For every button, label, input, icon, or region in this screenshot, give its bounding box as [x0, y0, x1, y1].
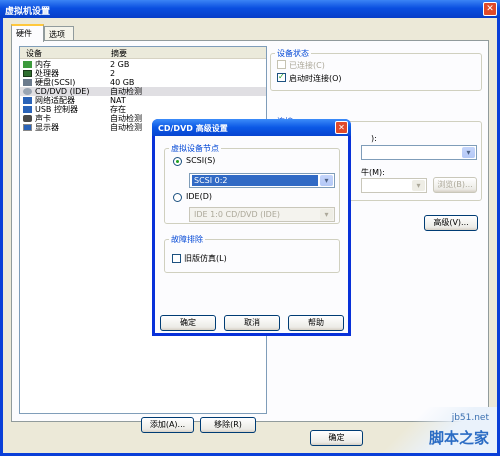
device-row-usb[interactable]: USB 控制器 存在 — [20, 105, 266, 114]
tab-hardware[interactable]: 硬件 — [11, 24, 44, 42]
add-device-button[interactable]: 添加(A)... — [141, 417, 194, 433]
troubleshooting-label: 故障排除 — [169, 234, 205, 245]
scsi-node-value: SCSI 0:2 — [192, 175, 318, 186]
window-titlebar[interactable]: 虚拟机设置 ✕ — [0, 0, 500, 18]
column-header-device: 设备 — [26, 49, 42, 58]
device-status-label: 设备状态 — [275, 48, 311, 59]
device-status-group: 设备状态 已连接(C) ✓ 启动时连接(O) — [270, 48, 482, 91]
scsi-label: SCSI(S) — [186, 156, 216, 165]
dialog-cancel-button[interactable]: 取消 — [224, 315, 280, 331]
column-header-summary: 摘要 — [111, 49, 127, 58]
speaker-icon — [23, 115, 32, 122]
dialog-help-button[interactable]: 帮助 — [288, 315, 344, 331]
ok-button[interactable]: 确定 — [310, 430, 363, 446]
checkmark-icon: ✓ — [278, 72, 285, 81]
device-row-hard-disk[interactable]: 硬盘(SCSI) 40 GB — [20, 78, 266, 87]
connect-at-power-on-checkbox[interactable]: ✓ — [277, 72, 286, 82]
dialog-client: 虚拟设备节点 SCSI(S) SCSI 0:2 ▾ IDE(D) IDE 1:0… — [155, 136, 348, 333]
window-title: 虚拟机设置 — [5, 7, 51, 17]
browse-button[interactable]: 浏览(B)... — [433, 177, 477, 193]
chevron-down-icon: ▾ — [320, 175, 333, 186]
legacy-emulation-checkbox[interactable] — [172, 254, 181, 263]
connection-partial-label: ): — [371, 134, 377, 143]
connection-partial-label-2: 牛(M): — [361, 168, 385, 177]
chevron-down-icon: ▾ — [320, 209, 333, 220]
close-icon[interactable]: ✕ — [483, 2, 497, 16]
troubleshooting-group: 故障排除 旧版仿真(L) — [164, 234, 340, 273]
virtual-device-node-group: 虚拟设备节点 SCSI(S) SCSI 0:2 ▾ IDE(D) IDE 1:0… — [164, 143, 340, 224]
hard-disk-icon — [23, 79, 32, 86]
remove-device-button[interactable]: 移除(R) — [200, 417, 256, 433]
dialog-ok-button[interactable]: 确定 — [160, 315, 216, 331]
advanced-button[interactable]: 高级(V)... — [424, 215, 478, 231]
device-list-header: 设备 摘要 — [20, 47, 266, 59]
chevron-down-icon: ▾ — [462, 147, 475, 158]
connected-checkbox[interactable] — [277, 60, 286, 69]
ide-label: IDE(D) — [186, 192, 212, 201]
ide-node-value: IDE 1:0 CD/DVD (IDE) — [194, 210, 280, 219]
usb-icon — [23, 106, 32, 113]
dialog-title: CD/DVD 高级设置 — [158, 124, 228, 133]
watermark-site: jb51.net — [451, 413, 489, 423]
cd-dvd-advanced-dialog: CD/DVD 高级设置 ✕ 虚拟设备节点 SCSI(S) SCSI 0:2 ▾ … — [152, 119, 351, 336]
monitor-icon — [23, 124, 32, 131]
close-icon[interactable]: ✕ — [335, 121, 348, 134]
network-adapter-icon — [23, 97, 32, 104]
device-row-processor[interactable]: 处理器 2 — [20, 69, 266, 78]
ide-node-select[interactable]: IDE 1:0 CD/DVD (IDE) ▾ — [189, 207, 335, 222]
device-row-memory[interactable]: 内存 2 GB — [20, 60, 266, 69]
vm-settings-window: 虚拟机设置 ✕ 硬件 选项 设备 摘要 内存 2 GB 处理器 2 硬盘(SCS… — [0, 0, 500, 456]
chevron-down-icon: ▾ — [412, 180, 425, 191]
connect-at-power-on-label: 启动时连接(O) — [289, 74, 342, 83]
connected-label: 已连接(C) — [289, 61, 325, 70]
cd-drive-select[interactable]: ▾ — [361, 145, 477, 160]
scsi-node-select[interactable]: SCSI 0:2 ▾ — [189, 173, 335, 188]
ide-radio[interactable] — [173, 193, 182, 202]
tab-options[interactable]: 选项 — [44, 26, 74, 41]
scsi-radio[interactable] — [173, 157, 182, 166]
watermark-text: 脚本之家 — [428, 429, 489, 447]
legacy-emulation-label: 旧版仿真(L) — [184, 254, 227, 263]
memory-icon — [23, 61, 32, 68]
cd-dvd-icon — [23, 88, 32, 95]
virtual-device-node-label: 虚拟设备节点 — [169, 143, 221, 154]
device-row-network-adapter[interactable]: 网络适配器 NAT — [20, 96, 266, 105]
iso-path-select[interactable]: ▾ — [361, 178, 427, 193]
processor-icon — [23, 70, 32, 77]
dialog-titlebar[interactable]: CD/DVD 高级设置 ✕ — [152, 119, 351, 136]
device-row-cd-dvd[interactable]: CD/DVD (IDE) 自动检测 — [20, 87, 266, 96]
watermark: jb51.net 脚本之家 — [377, 407, 497, 453]
